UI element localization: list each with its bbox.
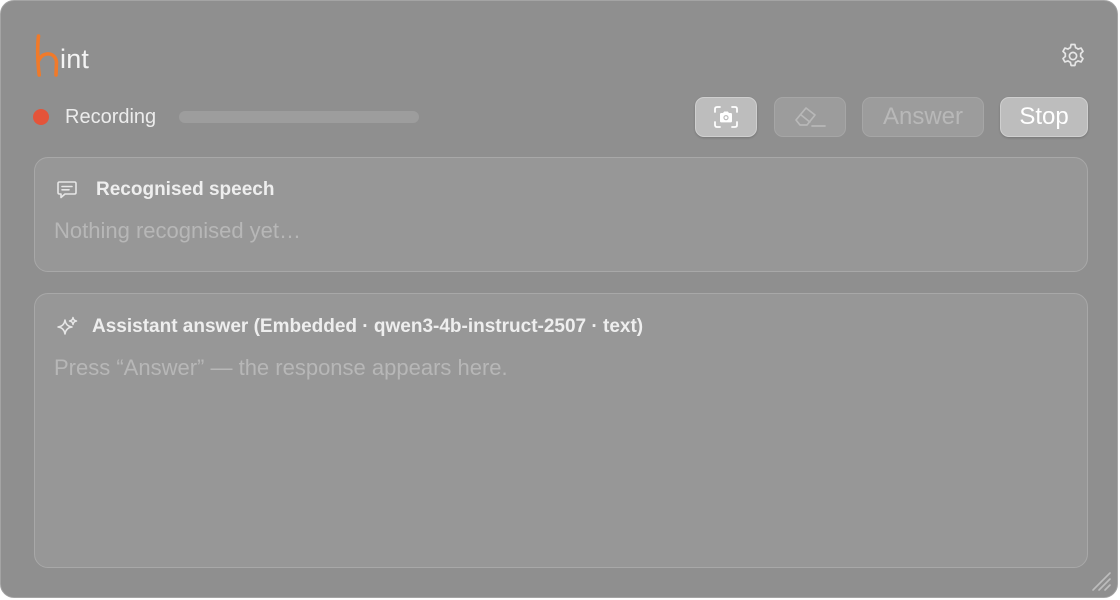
chat-bubble-icon xyxy=(57,181,77,199)
recognised-speech-panel: Recognised speech Nothing recognised yet… xyxy=(34,157,1088,272)
screenshot-button[interactable] xyxy=(695,97,757,137)
camera-viewfinder-icon xyxy=(714,106,738,128)
app-logo: int xyxy=(33,33,89,77)
logo-text: int xyxy=(60,44,90,74)
logo-h-mark xyxy=(35,34,59,77)
recording-indicator-dot xyxy=(33,109,49,125)
answer-button: Answer xyxy=(862,97,984,137)
recording-label: Recording xyxy=(65,106,157,128)
speech-panel-title: Recognised speech xyxy=(96,179,275,200)
stop-button[interactable]: Stop xyxy=(1000,97,1088,137)
resize-grip-icon[interactable] xyxy=(1089,569,1113,593)
answer-panel-title: Assistant answer (Embedded · qwen3-4b-in… xyxy=(92,316,644,337)
sparkles-icon xyxy=(57,316,78,335)
clear-button xyxy=(774,97,846,137)
speech-placeholder: Nothing recognised yet… xyxy=(54,218,302,243)
gear-icon[interactable] xyxy=(1058,41,1088,71)
eraser-icon xyxy=(795,107,826,127)
answer-placeholder: Press “Answer” — the response appears he… xyxy=(54,355,508,380)
assistant-answer-panel: Assistant answer (Embedded · qwen3-4b-in… xyxy=(34,293,1088,568)
hint-window: int Recording Answer Stop Recognised spe… xyxy=(0,0,1118,598)
audio-level-meter xyxy=(179,111,419,123)
